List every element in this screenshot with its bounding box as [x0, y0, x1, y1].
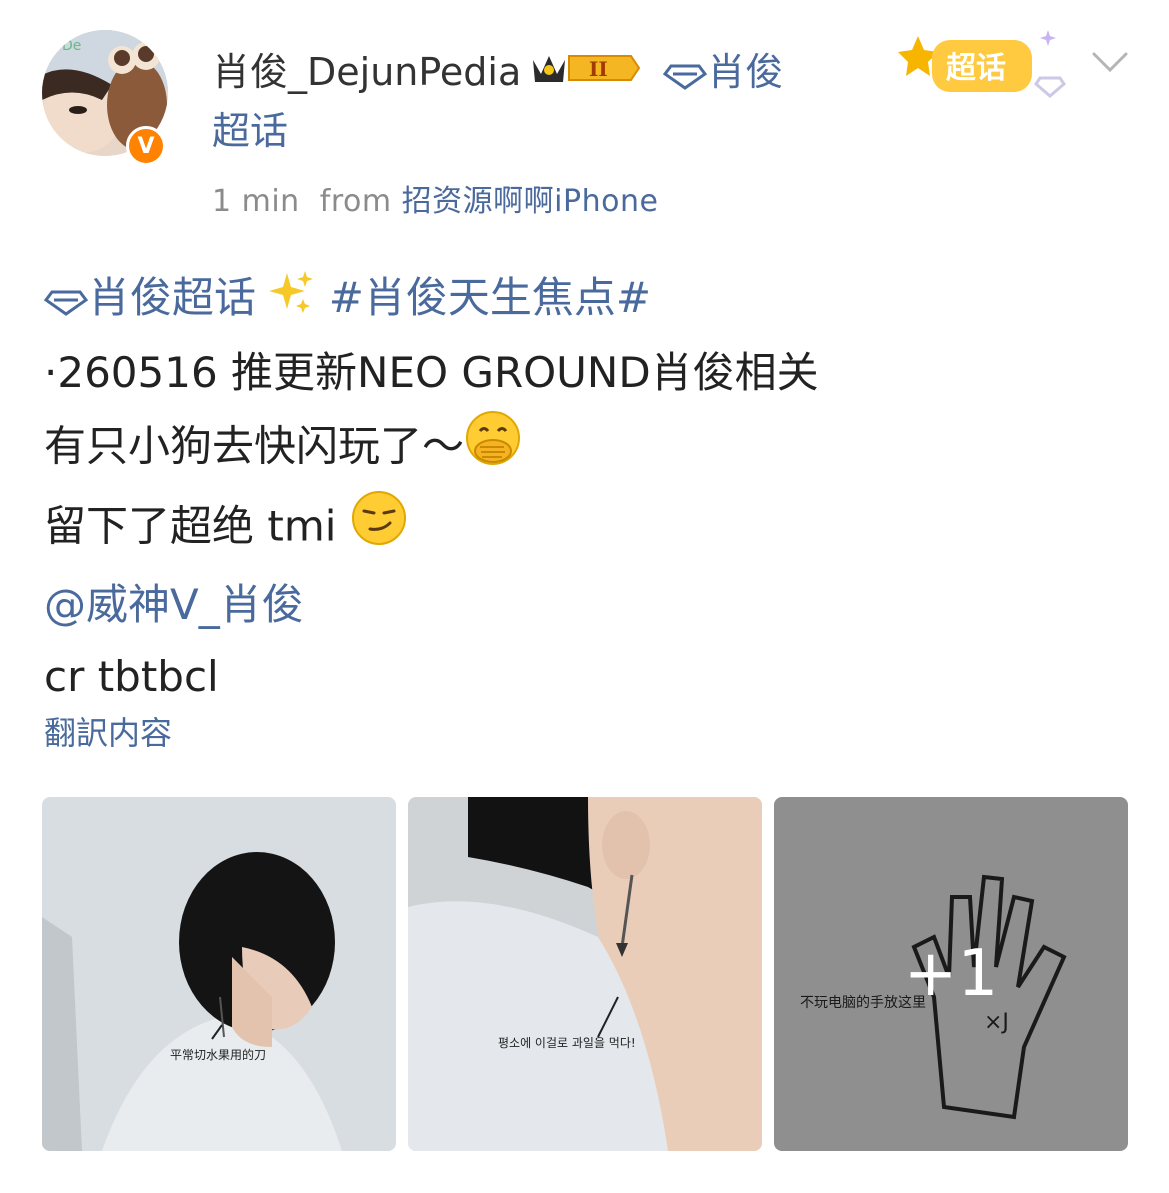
- smirk-emoji: [350, 489, 408, 569]
- chevron-down-icon[interactable]: [1090, 50, 1130, 78]
- svg-text:De: De: [62, 38, 81, 54]
- photo2-caption: 평소에 이걸로 과일을 먹다!: [498, 1036, 636, 1050]
- post-body: 肖俊超话 #肖俊天生焦点# ·260516 推更新NEO GROUND肖俊相关 …: [43, 262, 1134, 713]
- post-source[interactable]: 招资源啊啊iPhone: [402, 184, 659, 219]
- content-topic-link[interactable]: 肖俊超话: [43, 273, 257, 322]
- content-line-3: 留下了超绝 tmi: [44, 501, 337, 550]
- supertopic-button[interactable]: 超话: [892, 22, 1072, 106]
- verified-v-icon: V: [126, 126, 166, 166]
- rank-badge-text: II: [589, 57, 608, 81]
- username[interactable]: 肖俊_DejunPedia: [212, 50, 521, 94]
- content-topic-text: 肖俊超话: [88, 273, 257, 322]
- post-time: 1 min: [212, 184, 300, 219]
- content-line-2: 有只小狗去快闪玩了～: [44, 421, 465, 470]
- post-header: 肖俊_DejunPedia II 肖俊超话: [212, 44, 812, 159]
- from-label: from: [319, 184, 392, 219]
- photo-thumbnail-2[interactable]: 평소에 이걸로 과일을 먹다!: [408, 797, 762, 1151]
- sparkles-emoji: [269, 265, 315, 337]
- photo-thumbnail-3[interactable]: 不玩电脑的手放这里 ×J +1: [774, 797, 1128, 1151]
- credit-text: cr tbtbcl: [44, 651, 219, 701]
- extra-photos-count[interactable]: +1: [774, 797, 1128, 1151]
- hand-over-mouth-emoji: [464, 409, 522, 489]
- content-line-1: ·260516 推更新NEO GROUND肖俊相关: [44, 347, 819, 397]
- translate-link[interactable]: 翻訳内容: [44, 708, 172, 754]
- mention-link[interactable]: @威神V_肖俊: [44, 569, 1134, 641]
- post-meta: 1 min from 招资源啊啊iPhone: [212, 176, 658, 220]
- hashtag-link[interactable]: #肖俊天生焦点#: [329, 273, 651, 322]
- supertopic-button-label: 超话: [946, 51, 1006, 86]
- supertopic-diamond-icon: [663, 64, 708, 90]
- crown-icon[interactable]: II: [529, 47, 641, 103]
- photo1-caption: 平常切水果用的刀: [170, 1047, 266, 1062]
- supertopic-diamond-icon: [43, 290, 89, 316]
- photo-thumbnail-1[interactable]: 平常切水果用的刀: [42, 797, 396, 1151]
